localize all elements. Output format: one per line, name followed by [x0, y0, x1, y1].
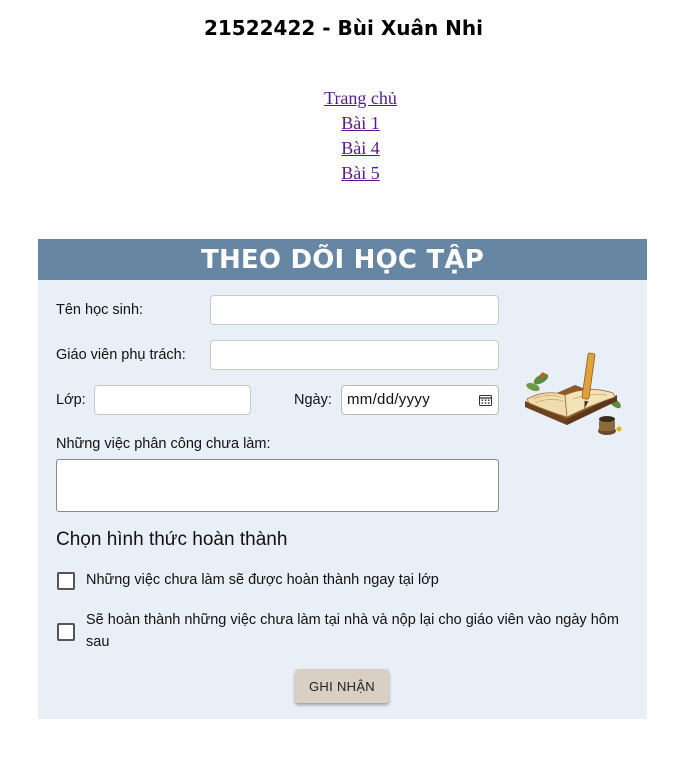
- page-title: 21522422 - Bùi Xuân Nhi: [203, 16, 484, 40]
- teacher-input[interactable]: [210, 340, 499, 370]
- tasks-textarea[interactable]: [56, 459, 499, 512]
- student-name-label: Tên học sinh:: [56, 302, 144, 318]
- date-input[interactable]: mm/dd/yyyy: [341, 385, 499, 415]
- date-label: Ngày:: [294, 392, 332, 408]
- option-in-class-checkbox[interactable]: [57, 572, 75, 590]
- form-title: THEO DÕI HỌC TẬP: [38, 239, 647, 280]
- option-at-home-checkbox[interactable]: [57, 623, 75, 641]
- student-name-input[interactable]: [210, 295, 499, 325]
- book-quill-illustration: [525, 352, 622, 435]
- nav-link-bai-1[interactable]: Bài 1: [341, 111, 380, 136]
- nav-link-home[interactable]: Trang chủ: [324, 86, 397, 111]
- study-tracking-form: THEO DÕI HỌC TẬP Tên học sinh: Giáo viên…: [38, 239, 647, 719]
- option-at-home-label: Sẽ hoàn thành những việc chưa làm tại nh…: [86, 612, 619, 650]
- nav-links: Trang chủ Bài 1 Bài 4 Bài 5: [0, 86, 687, 186]
- class-label: Lớp:: [56, 392, 86, 408]
- date-placeholder: mm/dd/yyyy: [347, 391, 431, 408]
- teacher-label: Giáo viên phụ trách:: [56, 347, 186, 363]
- nav-link-bai-5[interactable]: Bài 5: [341, 161, 380, 186]
- completion-heading: Chọn hình thức hoàn thành: [56, 529, 288, 550]
- tasks-label: Những việc phân công chưa làm:: [56, 436, 271, 452]
- nav-link-bai-4[interactable]: Bài 4: [341, 136, 380, 161]
- submit-button[interactable]: GHI NHẬN: [295, 669, 389, 703]
- calendar-icon[interactable]: [479, 394, 492, 406]
- class-input[interactable]: [94, 385, 251, 415]
- option-in-class-label: Những việc chưa làm sẽ được hoàn thành n…: [86, 572, 439, 588]
